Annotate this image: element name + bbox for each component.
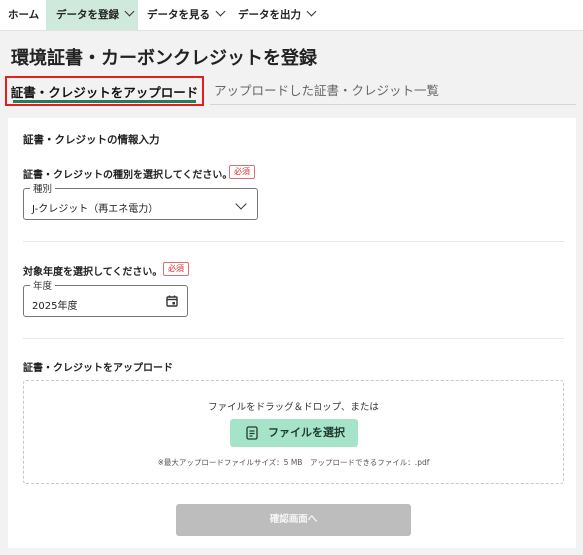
nav-register-data[interactable]: データを登録: [46, 0, 138, 30]
calendar-icon[interactable]: [165, 294, 179, 308]
type-value: J-クレジット（再エネ電力）: [32, 204, 159, 215]
type-select[interactable]: 種別 J-クレジット（再エネ電力）: [23, 181, 258, 220]
tab-uploaded-list-label: アップロードした証書・クレジット一覧: [214, 83, 440, 98]
nav-view-data-label: データを見る: [147, 9, 210, 21]
nav-register-data-label: データを登録: [56, 9, 119, 21]
tab-upload-label: 証書・クレジットをアップロード: [10, 85, 199, 100]
year-value: 2025年度: [32, 301, 78, 312]
tab-uploaded-list[interactable]: アップロードした証書・クレジット一覧: [214, 76, 439, 106]
nav-home[interactable]: ホーム: [8, 0, 39, 30]
chevron-down-icon: [215, 6, 226, 17]
page-title: 環境証書・カーボンクレジットを登録: [11, 48, 317, 69]
active-tab-indicator: [13, 100, 196, 103]
chevron-down-icon: [235, 198, 247, 210]
section-title-info: 証書・クレジットの情報入力: [23, 134, 160, 146]
confirm-button[interactable]: 確認画面へ: [176, 504, 411, 536]
divider: [23, 241, 564, 242]
nav-export-data-label: データを出力: [238, 9, 301, 21]
top-navigation: ホーム データを登録 データを見る データを出力: [0, 0, 583, 31]
select-file-label: ファイルを選択: [268, 426, 345, 439]
nav-view-data[interactable]: データを見る: [147, 0, 226, 30]
select-file-button[interactable]: ファイルを選択: [230, 419, 358, 447]
nav-export-data[interactable]: データを出力: [238, 0, 317, 30]
file-dropzone[interactable]: ファイルをドラッグ＆ドロップ、または ファイルを選択 ※最大アップロードファイル…: [23, 380, 564, 484]
type-prompt: 証書・クレジットの種別を選択してください。: [23, 170, 233, 181]
document-icon: [246, 426, 258, 440]
upload-section-title: 証書・クレジットをアップロード: [23, 363, 173, 374]
form-card: 証書・クレジットの情報入力 証書・クレジットの種別を選択してください。 必須 種…: [8, 118, 576, 548]
chevron-down-icon: [306, 6, 317, 17]
required-badge: 必須: [163, 262, 189, 276]
upload-limits-note: ※最大アップロードファイルサイズ：5 MB アップロードできるファイル：.pdf: [157, 458, 430, 467]
chevron-down-icon: [124, 6, 135, 17]
tab-divider: [210, 104, 576, 105]
tab-upload[interactable]: 証書・クレジットをアップロード: [5, 76, 204, 106]
year-legend: 年度: [30, 278, 56, 292]
year-date-field[interactable]: 年度 2025年度: [23, 278, 188, 317]
required-badge: 必須: [229, 165, 255, 179]
divider: [23, 338, 564, 339]
nav-home-label: ホーム: [8, 9, 40, 21]
year-prompt: 対象年度を選択してください。: [23, 267, 163, 278]
type-legend: 種別: [30, 181, 56, 195]
dropzone-text: ファイルをドラッグ＆ドロップ、または: [208, 402, 379, 413]
